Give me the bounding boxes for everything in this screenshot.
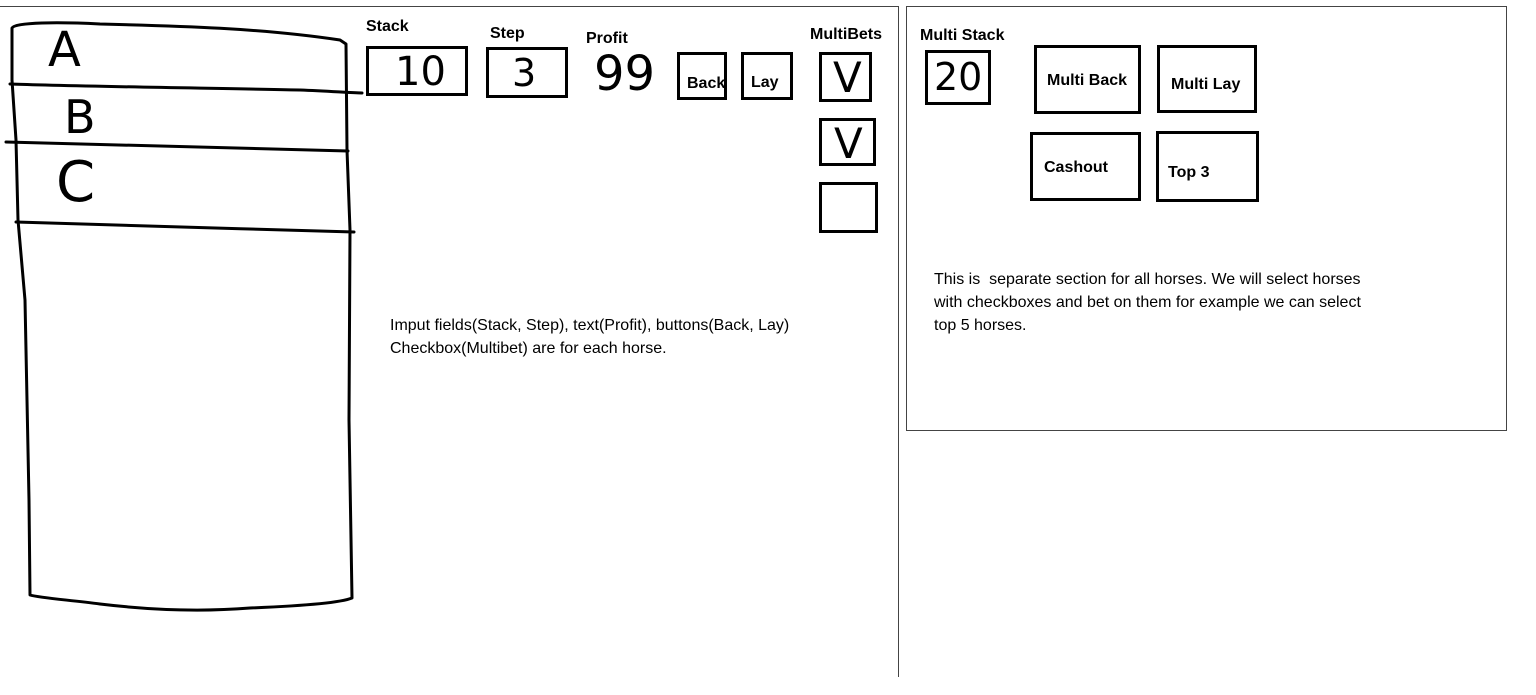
multibet-checkbox-b[interactable]: V — [819, 118, 876, 168]
lay-button[interactable]: Lay — [741, 52, 793, 100]
horse-c-label: C — [56, 150, 96, 215]
multi-lay-label: Multi Lay — [1171, 76, 1241, 93]
multi-note-line1: This is separate section for all horses.… — [934, 271, 1361, 288]
multi-note-line2: with checkboxes and bet on them for exam… — [934, 294, 1361, 311]
multibet-check-b: V — [834, 119, 863, 168]
per-horse-note-line1: Imput fields(Stack, Step), text(Profit),… — [390, 317, 790, 334]
top3-label: Top 3 — [1168, 164, 1210, 181]
step-value: 3 — [512, 51, 537, 95]
multi-lay-button[interactable]: Multi Lay — [1157, 45, 1257, 113]
multi-back-label: Multi Back — [1047, 72, 1128, 89]
lay-button-label: Lay — [751, 74, 779, 91]
multi-stack-value: 20 — [934, 55, 983, 99]
step-input[interactable]: 3 — [486, 47, 568, 98]
top3-button[interactable]: Top 3 — [1156, 131, 1259, 202]
stack-label: Stack — [366, 18, 409, 35]
multibets-label: MultiBets — [810, 26, 882, 43]
back-button[interactable]: Back — [677, 52, 727, 100]
cashout-button[interactable]: Cashout — [1030, 132, 1141, 201]
multi-stack-label: Multi Stack — [920, 27, 1005, 44]
multibet-checkbox-c[interactable] — [819, 182, 878, 233]
stack-value: 10 — [395, 49, 446, 95]
per-horse-note-line2: Checkbox(Multibet) are for each horse. — [390, 340, 667, 357]
stack-input[interactable]: 10 — [366, 46, 468, 96]
horse-b-label: B — [64, 90, 96, 144]
back-button-label: Back — [687, 75, 726, 92]
multi-note-line3: top 5 horses. — [934, 317, 1027, 334]
cashout-label: Cashout — [1044, 159, 1108, 176]
profit-value: 99 — [594, 46, 656, 102]
multi-stack-input[interactable]: 20 — [925, 50, 991, 105]
step-label: Step — [490, 25, 525, 42]
multibet-checkbox-a[interactable]: V — [819, 52, 872, 102]
horse-a-label: A — [48, 22, 81, 78]
multibet-check-a: V — [833, 53, 862, 102]
multi-section-note: This is separate section for all horses.… — [934, 268, 1361, 337]
per-horse-note: Imput fields(Stack, Step), text(Profit),… — [390, 314, 789, 360]
multi-back-button[interactable]: Multi Back — [1034, 45, 1141, 114]
